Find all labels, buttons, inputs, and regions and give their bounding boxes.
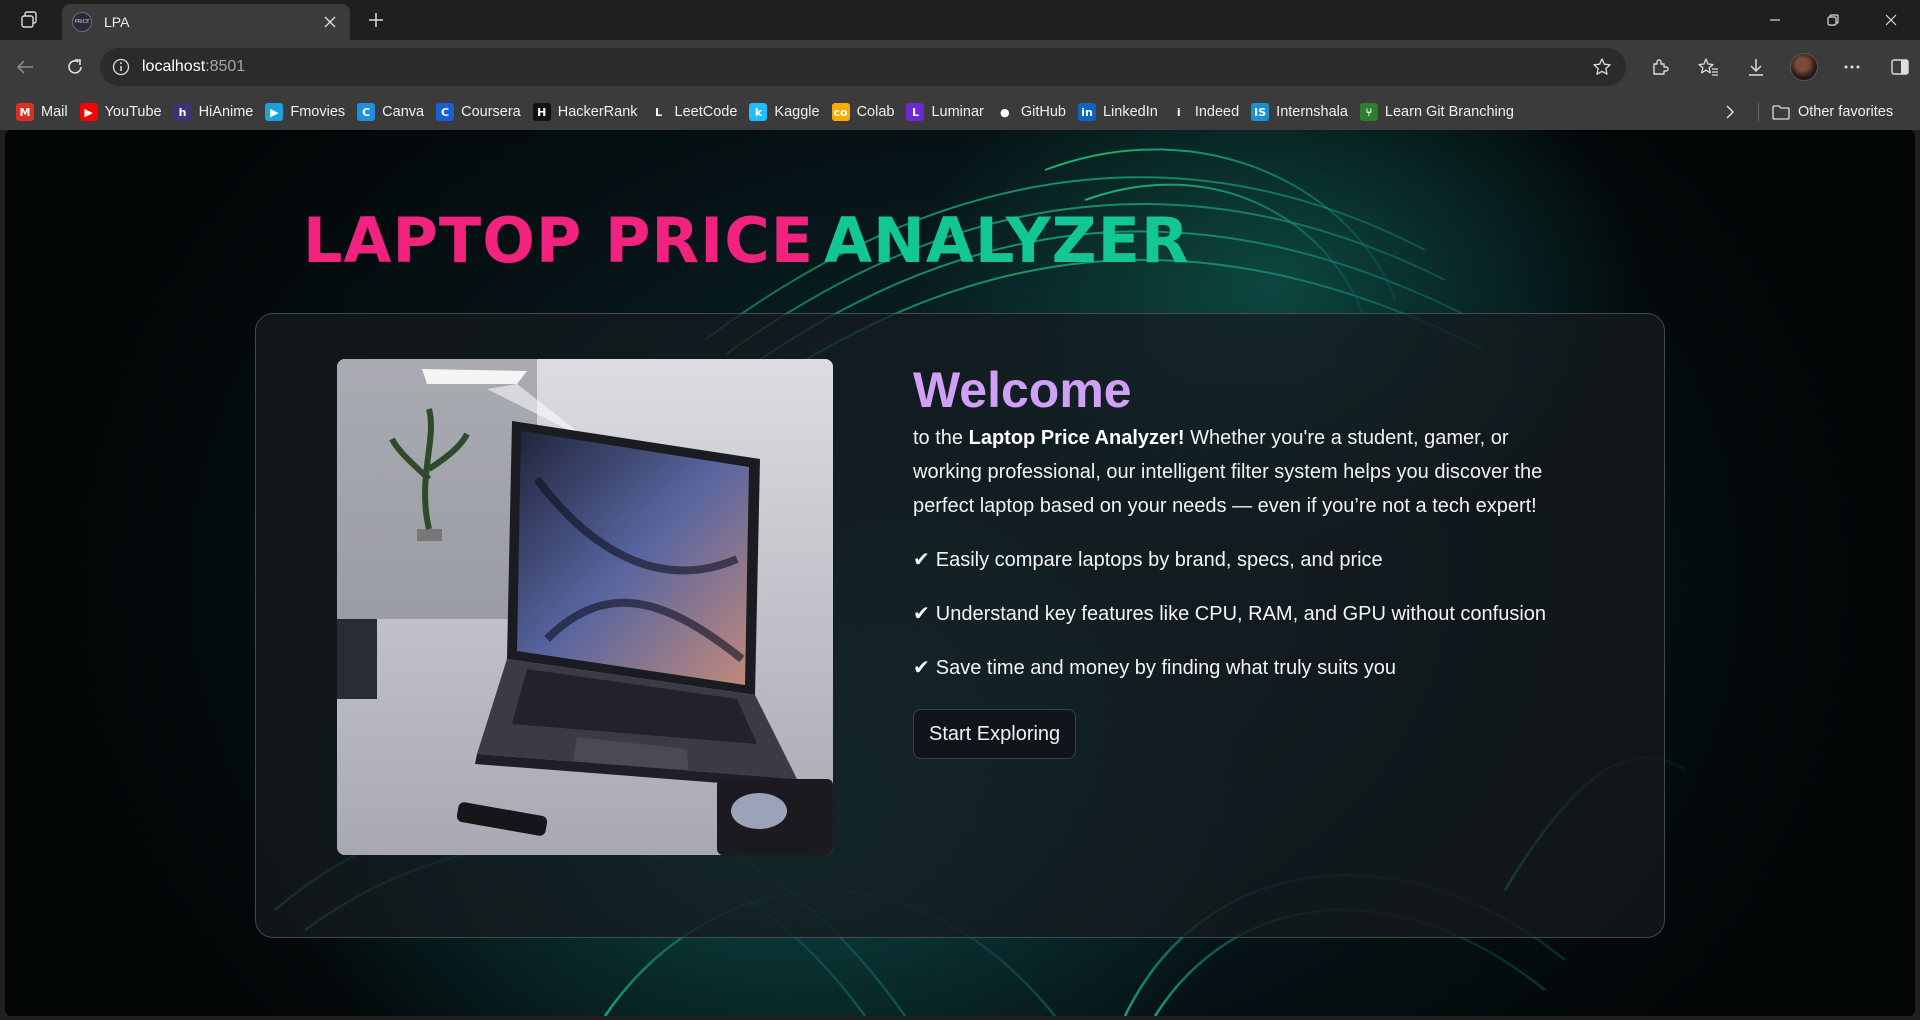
bookmark-label: LeetCode (674, 104, 738, 120)
bookmark-label: HiAnime (198, 104, 254, 120)
bookmark-colab[interactable]: co Colab (828, 98, 903, 126)
check-icon: ✔ (913, 657, 930, 679)
close-tab-icon[interactable] (320, 12, 340, 32)
feature-item: ✔ Easily compare laptops by brand, specs,… (913, 549, 1383, 571)
bookmarks-divider (1758, 103, 1759, 121)
bookmark-mail[interactable]: M Mail (12, 98, 76, 126)
hianime-icon: h (173, 103, 192, 121)
refresh-icon[interactable] (55, 47, 95, 87)
bookmark-label: Coursera (461, 104, 521, 120)
other-favorites-label: Other favorites (1798, 104, 1894, 120)
more-options-icon[interactable] (1832, 47, 1872, 87)
chevron-right-icon[interactable] (1716, 98, 1744, 126)
page-viewport: LAPTOP PRICE ANALYZER Welcome to the Lap… (5, 130, 1915, 1016)
tab-favicon-icon: PRICE (72, 12, 92, 32)
bookmark-internshala[interactable]: IS Internshala (1247, 98, 1356, 126)
welcome-heading: Welcome (913, 362, 1132, 418)
bookmark-label: Indeed (1194, 104, 1240, 120)
luminar-icon: L (906, 103, 925, 121)
bookmark-label: Learn Git Branching (1384, 104, 1514, 120)
bookmark-indeed[interactable]: i Indeed (1166, 98, 1247, 126)
gmail-icon: M (16, 103, 34, 121)
profile-avatar[interactable] (1784, 47, 1824, 87)
fmovies-icon: ▶ (265, 103, 284, 121)
internshala-icon: IS (1251, 103, 1270, 121)
bookmark-linkedin[interactable]: in LinkedIn (1074, 98, 1166, 126)
other-favorites-folder[interactable]: Other favorites (1772, 98, 1893, 126)
bookmark-label: Kaggle (774, 104, 820, 120)
url-host: localhost (142, 58, 206, 75)
title-analyzer: ANALYZER (824, 204, 1190, 277)
bookmark-label: Fmovies (290, 104, 346, 120)
url-port: :8501 (205, 58, 246, 75)
colab-icon: co (831, 103, 850, 121)
bookmark-label: HackerRank (557, 104, 638, 120)
new-tab-icon[interactable] (358, 2, 394, 38)
laptop-image (337, 359, 833, 855)
bookmark-label: Canva (382, 104, 425, 120)
sidebar-toggle-icon[interactable] (1880, 47, 1920, 87)
window-controls (1746, 0, 1920, 40)
toolbar-actions (1640, 47, 1920, 87)
canva-icon: C (357, 103, 376, 121)
bookmark-hianime[interactable]: h HiAnime (170, 98, 262, 126)
coursera-icon: C (436, 103, 455, 121)
close-window-icon[interactable] (1862, 0, 1920, 40)
url-text[interactable]: localhost:8501 (142, 58, 1590, 76)
folder-icon (1772, 104, 1790, 120)
intro-app-name: Laptop Price Analyzer! (968, 427, 1185, 449)
back-icon[interactable] (5, 47, 45, 87)
active-tab[interactable]: PRICE LPA (62, 4, 350, 40)
bookmark-fmovies[interactable]: ▶ Fmovies (261, 98, 353, 126)
bookmark-label: Colab (856, 104, 895, 120)
bookmark-hackerrank[interactable]: H HackerRank (529, 98, 646, 126)
page-title: LAPTOP PRICE ANALYZER (303, 204, 1190, 277)
intro-paragraph: to the Laptop Price Analyzer! Whether yo… (913, 427, 1543, 517)
leetcode-icon: L (649, 103, 668, 121)
browser-toolbar: localhost:8501 (0, 40, 1920, 94)
bookmark-leetcode[interactable]: L LeetCode (646, 98, 746, 126)
favorite-star-icon[interactable] (1590, 55, 1614, 79)
feature-item: ✔ Understand key features like CPU, RAM, … (913, 603, 1547, 625)
tab-title: LPA (104, 14, 130, 30)
linkedin-icon: in (1077, 103, 1096, 121)
bookmark-label: Internshala (1276, 104, 1348, 120)
bookmark-luminar[interactable]: L Luminar (902, 98, 991, 126)
tab-actions-icon[interactable] (10, 0, 50, 40)
extensions-icon[interactable] (1640, 47, 1680, 87)
start-exploring-button[interactable]: Start Exploring (913, 709, 1077, 759)
kaggle-icon: k (749, 103, 768, 121)
bookmark-youtube[interactable]: ▶ YouTube (76, 98, 170, 126)
bookmark-label: Luminar (931, 104, 984, 120)
bookmark-canva[interactable]: C Canva (353, 98, 432, 126)
learn-git-branching-icon: ⑂ (1359, 103, 1378, 121)
bookmark-label: Mail (41, 104, 68, 120)
bookmark-label: YouTube (104, 104, 162, 120)
bookmark-coursera[interactable]: C Coursera (432, 98, 529, 126)
bookmarks-bar: M Mail ▶ YouTube h HiAnime ▶ Fmovies C Canva C Cour… (0, 94, 1920, 130)
welcome-card: Welcome to the Laptop Price Analyzer! Wh… (255, 313, 1665, 938)
avatar (1790, 53, 1818, 81)
title-laptop-price: LAPTOP PRICE (303, 204, 815, 277)
downloads-icon[interactable] (1736, 47, 1776, 87)
bookmark-learn-git-branching[interactable]: ⑂ Learn Git Branching (1356, 98, 1522, 126)
welcome-content: Welcome to the Laptop Price Analyzer! Wh… (913, 359, 1563, 759)
hackerrank-icon: H (532, 103, 551, 121)
github-icon: ● (995, 103, 1014, 121)
site-info-icon[interactable] (110, 56, 132, 78)
check-icon: ✔ (913, 549, 930, 571)
bookmark-label: GitHub (1020, 104, 1066, 120)
favorites-icon[interactable] (1688, 47, 1728, 87)
address-bar[interactable]: localhost:8501 (100, 48, 1626, 86)
feature-item: ✔ Save time and money by finding what tru… (913, 657, 1396, 679)
bookmark-github[interactable]: ● GitHub (992, 98, 1074, 126)
bookmark-label: LinkedIn (1102, 104, 1158, 120)
youtube-icon: ▶ (79, 103, 98, 121)
indeed-icon: i (1169, 103, 1188, 121)
tab-bar: PRICE LPA (0, 0, 1920, 40)
check-icon: ✔ (913, 603, 930, 625)
minimize-icon[interactable] (1746, 0, 1804, 40)
restore-icon[interactable] (1804, 0, 1862, 40)
bookmark-kaggle[interactable]: k Kaggle (745, 98, 827, 126)
